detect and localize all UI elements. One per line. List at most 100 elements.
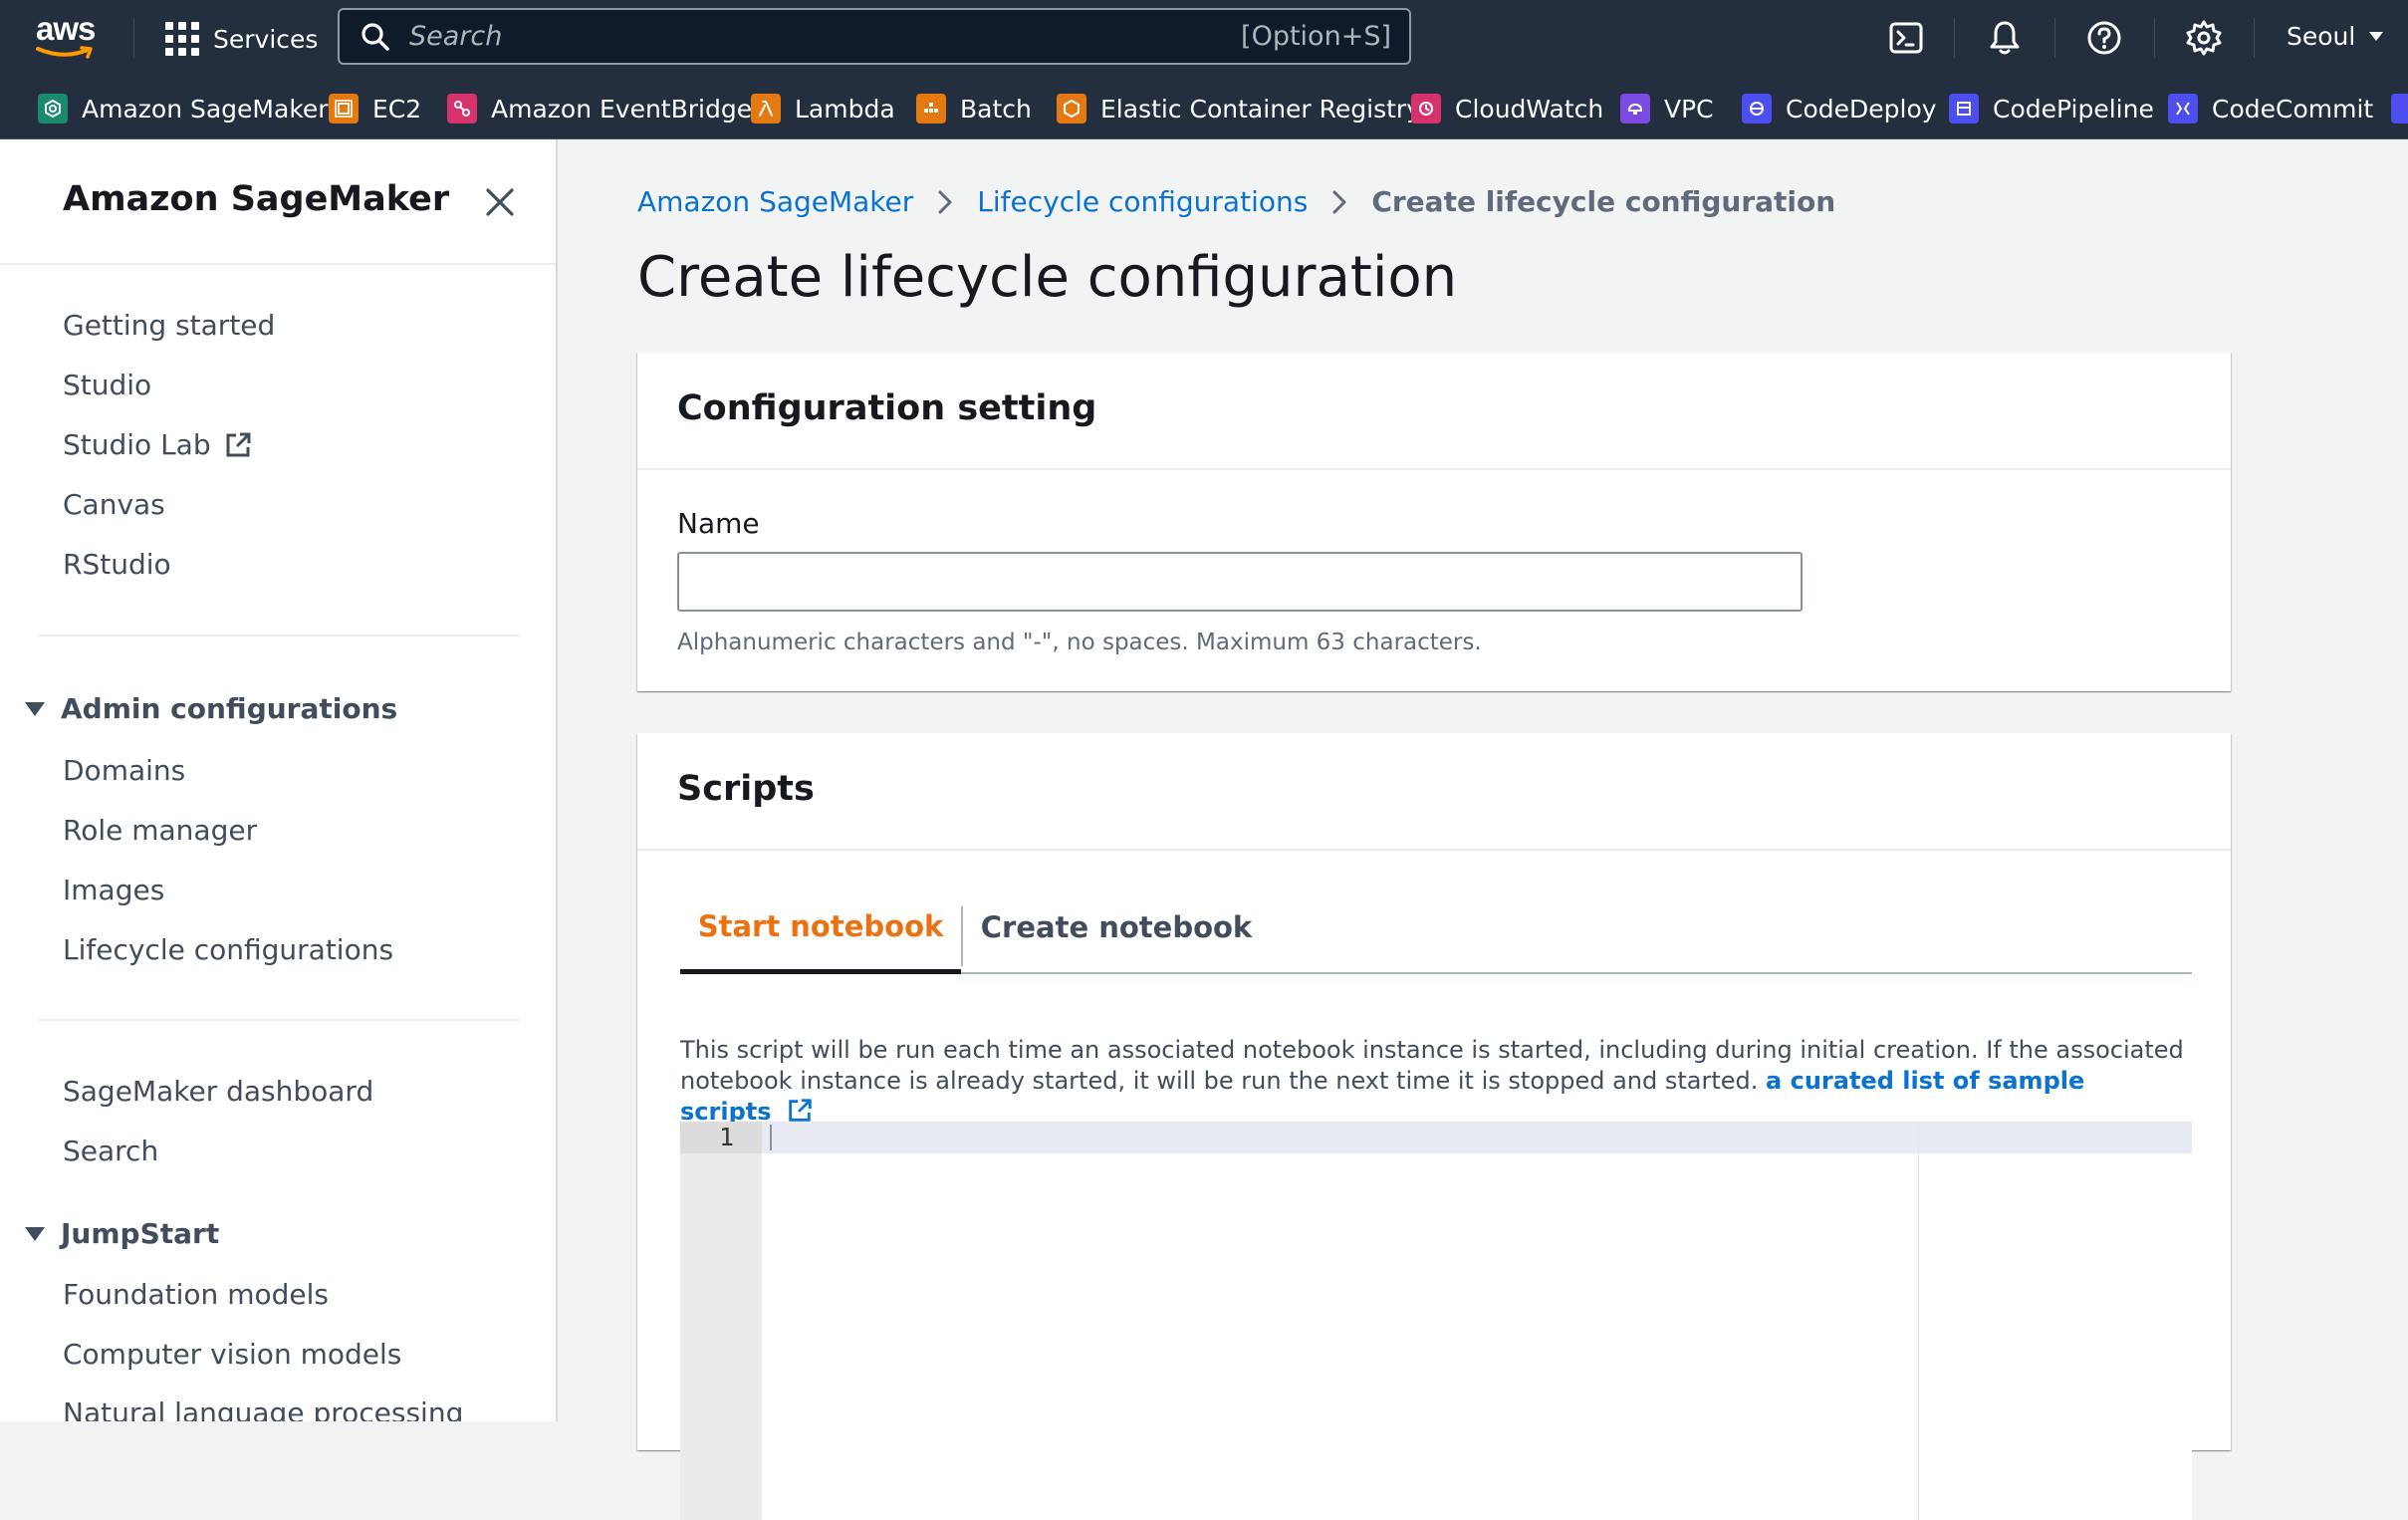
favorite-label: Elastic Container Registry	[1100, 94, 1421, 124]
favorite-eventbridge[interactable]: Amazon EventBridge	[447, 93, 752, 125]
top-navigation: aws Services Search [Option+S] Seoul	[0, 0, 2408, 77]
caret-down-icon	[25, 701, 45, 716]
sidebar-section-jumpstart[interactable]: JumpStart	[25, 1217, 219, 1250]
sidebar-item-label: Images	[63, 874, 165, 906]
help-icon[interactable]	[2084, 18, 2124, 58]
aws-logo[interactable]: aws	[36, 10, 108, 59]
sidebar-item-domains[interactable]: Domains	[63, 754, 185, 787]
sidebar-item-rstudio[interactable]: RStudio	[63, 548, 171, 581]
favorite-lambda[interactable]: Lambda	[751, 93, 895, 125]
sidebar-item-getting-started[interactable]: Getting started	[63, 309, 275, 342]
codepipeline-icon	[1949, 94, 1979, 124]
breadcrumb-link[interactable]: Amazon SageMaker	[637, 185, 913, 218]
region-label: Seoul	[2287, 22, 2356, 51]
sidebar-item-computer-vision[interactable]: Computer vision models	[63, 1338, 401, 1371]
sidebar-item-role-manager[interactable]: Role manager	[63, 814, 257, 847]
script-description: This script will be run each time an ass…	[680, 1035, 2184, 1128]
favorite-overflow[interactable]	[2391, 93, 2408, 125]
line-number: 1	[680, 1122, 762, 1153]
sidebar-item-studio-lab[interactable]: Studio Lab	[63, 428, 253, 461]
active-line-highlight	[762, 1122, 2192, 1153]
name-label: Name	[677, 507, 760, 540]
services-menu-button[interactable]: Services	[165, 20, 318, 58]
section-title: Admin configurations	[61, 692, 398, 725]
service-icon	[2391, 94, 2408, 124]
app-grid-icon	[165, 22, 199, 56]
panel-title: Configuration setting	[677, 388, 1097, 428]
sidebar-item-canvas[interactable]: Canvas	[63, 488, 165, 521]
sidebar-item-label: Canvas	[63, 488, 165, 521]
favorite-ec2[interactable]: EC2	[329, 93, 421, 125]
sidebar-item-label: Getting started	[63, 309, 276, 342]
search-icon	[361, 22, 389, 51]
sidebar-item-dashboard[interactable]: SageMaker dashboard	[63, 1075, 373, 1108]
sidebar-item-label: Studio Lab	[63, 428, 211, 461]
tab-start-notebook[interactable]: Start notebook	[680, 883, 961, 974]
favorite-label: Lambda	[795, 94, 895, 124]
cloudwatch-icon	[1411, 94, 1441, 124]
favorite-vpc[interactable]: VPC	[1620, 93, 1714, 125]
text-cursor	[770, 1125, 772, 1150]
panel-header: Configuration setting	[637, 353, 2231, 470]
sidebar-item-label: RStudio	[63, 548, 171, 581]
panel-title: Scripts	[677, 769, 815, 809]
favorite-codedeploy[interactable]: CodeDeploy	[1742, 93, 1937, 125]
sidebar-item-label: Lifecycle configurations	[63, 933, 394, 966]
favorite-sagemaker[interactable]: Amazon SageMaker	[38, 93, 329, 125]
favorite-batch[interactable]: Batch	[916, 93, 1032, 125]
sidebar-item-search[interactable]: Search	[63, 1135, 158, 1167]
eventbridge-icon	[447, 94, 477, 124]
favorite-cloudwatch[interactable]: CloudWatch	[1411, 93, 1603, 125]
sidebar-item-label: Studio	[63, 369, 152, 401]
sidebar-item-label: SageMaker dashboard	[63, 1075, 374, 1108]
sidebar-section-admin[interactable]: Admin configurations	[25, 692, 397, 725]
divider	[39, 1019, 519, 1021]
cloudshell-icon[interactable]	[1886, 18, 1926, 58]
gear-icon[interactable]	[2184, 18, 2224, 58]
scripts-panel: Scripts Start notebook Create notebook T…	[637, 733, 2231, 1520]
script-tabs: Start notebook Create notebook	[680, 883, 2192, 974]
sidebar-title[interactable]: Amazon SageMaker	[63, 179, 449, 219]
sidebar-item-images[interactable]: Images	[63, 874, 164, 906]
vpc-icon	[1620, 94, 1650, 124]
panel-header: Scripts	[637, 733, 2231, 851]
search-input[interactable]: Search [Option+S]	[338, 8, 1411, 65]
sidebar-header: Amazon SageMaker	[0, 139, 556, 265]
divider	[133, 18, 134, 58]
sidebar-item-label: Role manager	[63, 814, 258, 847]
name-input[interactable]	[677, 552, 1803, 612]
ecr-icon	[1057, 94, 1086, 124]
caret-down-icon	[2369, 32, 2384, 41]
page-title: Create lifecycle configuration	[637, 245, 1458, 310]
breadcrumb-link[interactable]: Lifecycle configurations	[977, 185, 1308, 218]
sidebar-item-studio[interactable]: Studio	[63, 369, 151, 401]
favorite-label: CodeCommit	[2212, 94, 2374, 124]
sidebar-item-lifecycle-configurations[interactable]: Lifecycle configurations	[63, 933, 393, 966]
caret-down-icon	[25, 1226, 45, 1241]
favorite-label: CodePipeline	[1993, 94, 2154, 124]
chevron-right-icon	[938, 190, 952, 213]
sidebar-item-foundation-models[interactable]: Foundation models	[63, 1278, 329, 1311]
favorite-label: VPC	[1664, 94, 1714, 124]
script-editor[interactable]: 1	[680, 1122, 2192, 1520]
aws-smile-icon	[36, 46, 93, 59]
codedeploy-icon	[1742, 94, 1772, 124]
favorite-label: CodeDeploy	[1786, 94, 1937, 124]
breadcrumb-current: Create lifecycle configuration	[1371, 185, 1836, 218]
external-link-icon	[226, 432, 251, 456]
favorite-ecr[interactable]: Elastic Container Registry	[1057, 93, 1421, 125]
name-hint: Alphanumeric characters and "-", no spac…	[677, 630, 1482, 655]
bell-icon[interactable]	[1985, 18, 2025, 58]
favorite-codepipeline[interactable]: CodePipeline	[1949, 93, 2154, 125]
favorite-label: EC2	[372, 94, 422, 124]
region-selector[interactable]: Seoul	[2287, 22, 2384, 51]
favorite-codecommit[interactable]: CodeCommit	[2168, 93, 2373, 125]
tab-create-notebook[interactable]: Create notebook	[962, 883, 1271, 972]
favorites-bar: Amazon SageMaker EC2 Amazon EventBridge …	[0, 77, 2408, 139]
batch-icon	[916, 94, 946, 124]
divider	[39, 634, 519, 636]
sidebar-item-label: Computer vision models	[63, 1338, 402, 1371]
sidebar-item-nlp[interactable]: Natural language processing	[63, 1396, 463, 1421]
close-icon[interactable]	[483, 185, 517, 219]
sidebar-item-label: Foundation models	[63, 1278, 329, 1311]
